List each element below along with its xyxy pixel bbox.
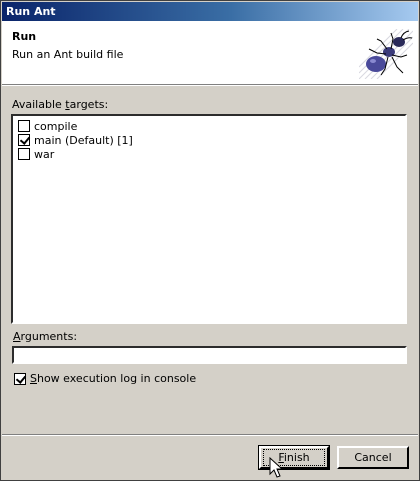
cancel-button[interactable]: Cancel: [337, 446, 409, 469]
target-checkbox[interactable]: [18, 134, 30, 146]
target-label: compile: [34, 119, 78, 133]
target-label: main (Default) [1]: [34, 133, 133, 147]
show-log-checkbox[interactable]: [14, 372, 26, 385]
target-item-main[interactable]: main (Default) [1]: [18, 133, 133, 147]
target-checkbox[interactable]: [18, 120, 30, 132]
show-log-option[interactable]: Show execution log in console: [14, 372, 196, 385]
banner-separator: [2, 85, 418, 86]
window-title: Run Ant: [2, 2, 418, 21]
button-bar-separator-highlight: [2, 435, 418, 436]
mouse-pointer-icon: [269, 457, 284, 478]
arguments-label: Arguments:: [13, 330, 78, 343]
targets-list[interactable]: compile main (Default) [1] war: [11, 114, 407, 324]
ant-icon: [359, 29, 413, 79]
header-banner: Run Run an Ant build file: [2, 21, 418, 85]
target-label: war: [34, 147, 55, 161]
run-ant-dialog: Run Ant Run Run an Ant build file Availa…: [0, 0, 420, 481]
target-item-compile[interactable]: compile: [18, 119, 77, 133]
target-item-war[interactable]: war: [18, 147, 54, 161]
show-log-label: Show execution log in console: [30, 372, 197, 385]
target-checkbox[interactable]: [18, 148, 30, 160]
banner-description: Run an Ant build file: [12, 48, 124, 61]
banner-title: Run: [12, 30, 37, 43]
available-targets-label: Available targets:: [12, 98, 109, 111]
arguments-field[interactable]: [12, 346, 407, 364]
